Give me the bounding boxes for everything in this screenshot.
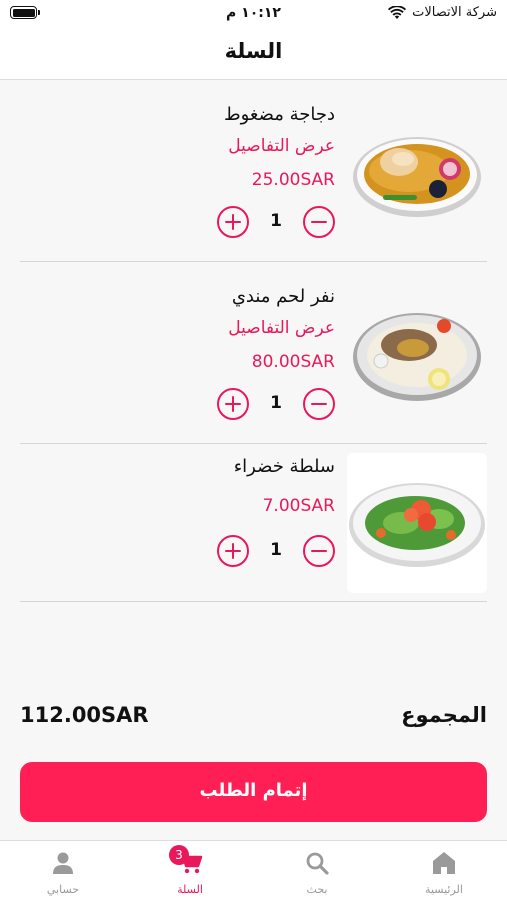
nav-item-cart[interactable]: 3 السلة <box>127 841 253 900</box>
cart-item: سلطة خضراء 7.00SAR 1 <box>20 444 487 602</box>
bottom-nav: حسابي 3 السلة بحث الرئيسية <box>0 840 507 900</box>
item-image-lamb[interactable] <box>347 283 487 423</box>
cart-item: دجاجة مضغوط عرض التفاصيل 25.00SAR 1 <box>20 80 487 262</box>
nav-item-home[interactable]: الرئيسية <box>381 841 507 900</box>
nav-item-account[interactable]: حسابي <box>0 841 126 900</box>
decrease-quantity-button[interactable] <box>303 206 335 238</box>
checkout-button[interactable]: إتمام الطلب <box>20 762 487 822</box>
item-price: 25.00SAR <box>251 170 335 190</box>
decrease-quantity-button[interactable] <box>303 535 335 567</box>
cart-list: دجاجة مضغوط عرض التفاصيل 25.00SAR 1 نفر … <box>20 80 487 602</box>
nav-label-account: حسابي <box>46 883 80 896</box>
view-details-link[interactable]: عرض التفاصيل <box>228 318 335 338</box>
item-name: نفر لحم مندي <box>231 286 335 307</box>
cart-count-badge: 3 <box>169 845 189 865</box>
user-icon <box>53 852 73 874</box>
decrease-quantity-button[interactable] <box>303 388 335 420</box>
green-salad-image <box>349 483 485 567</box>
quantity-stepper: 1 <box>217 388 335 422</box>
nav-label-home: الرئيسية <box>425 883 463 896</box>
home-icon <box>433 852 455 874</box>
item-price: 7.00SAR <box>262 496 335 516</box>
quantity-stepper: 1 <box>217 206 335 240</box>
chicken-rice-image <box>353 137 481 217</box>
status-bar: ١٠:١٢ م شركة الاتصالات <box>0 0 507 28</box>
page-title: السلة <box>224 39 283 63</box>
page-header: السلة <box>0 28 507 80</box>
item-name: سلطة خضراء <box>233 456 335 477</box>
carrier-name: شركة الاتصالات <box>412 5 497 20</box>
item-image-salad[interactable] <box>347 453 487 593</box>
total-label: المجموع <box>401 703 487 727</box>
item-image-chicken[interactable] <box>347 101 487 241</box>
search-icon <box>306 852 329 875</box>
status-carrier: شركة الاتصالات <box>388 5 497 20</box>
quantity-stepper: 1 <box>217 535 335 569</box>
item-name: دجاجة مضغوط <box>223 104 335 125</box>
cart-item: نفر لحم مندي عرض التفاصيل 80.00SAR 1 <box>20 262 487 444</box>
total-row: 112.00SAR المجموع <box>20 703 487 735</box>
total-value: 112.00SAR <box>20 703 149 727</box>
wifi-icon <box>388 5 407 19</box>
lamb-mandi-image <box>353 313 481 401</box>
view-details-link[interactable]: عرض التفاصيل <box>228 136 335 156</box>
item-price: 80.00SAR <box>251 352 335 372</box>
nav-label-search: بحث <box>306 883 328 896</box>
nav-label-cart: السلة <box>177 883 203 896</box>
nav-item-search[interactable]: بحث <box>254 841 380 900</box>
